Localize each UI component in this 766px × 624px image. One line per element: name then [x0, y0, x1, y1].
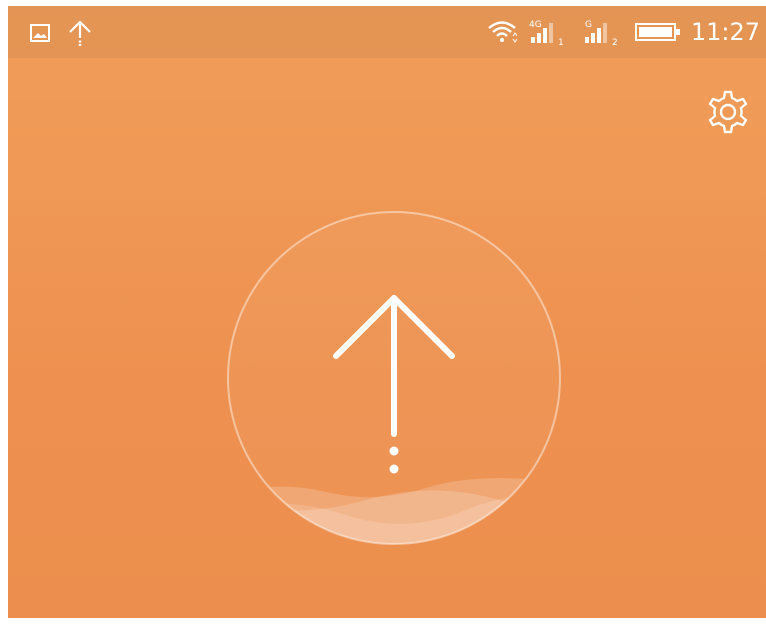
signal-4g-sim1-icon: 4G 1	[529, 20, 564, 47]
wifi-icon	[488, 21, 517, 43]
sim2-network-label: G	[585, 20, 592, 30]
upload-action-button[interactable]	[226, 210, 562, 546]
sim2-slot-label: 2	[612, 38, 618, 47]
sim1-network-label: 4G	[529, 20, 542, 30]
arrow-dot-upper	[389, 446, 399, 456]
gear-icon[interactable]	[704, 88, 752, 136]
image-icon	[30, 24, 50, 42]
status-clock: 11:27	[690, 18, 760, 46]
arrow-dot-lower	[389, 464, 399, 474]
status-bar-system: 4G 1 G 2 11:27	[487, 16, 760, 48]
sim1-slot-label: 1	[558, 38, 564, 47]
upload-icon	[69, 20, 91, 46]
signal-g-sim2-icon: G 2	[584, 20, 618, 47]
battery-icon	[634, 23, 680, 41]
app-screen: 4G 1 G 2 11:27	[8, 6, 766, 618]
status-bar-notifications	[30, 20, 92, 46]
status-bar: 4G 1 G 2 11:27	[8, 6, 766, 58]
